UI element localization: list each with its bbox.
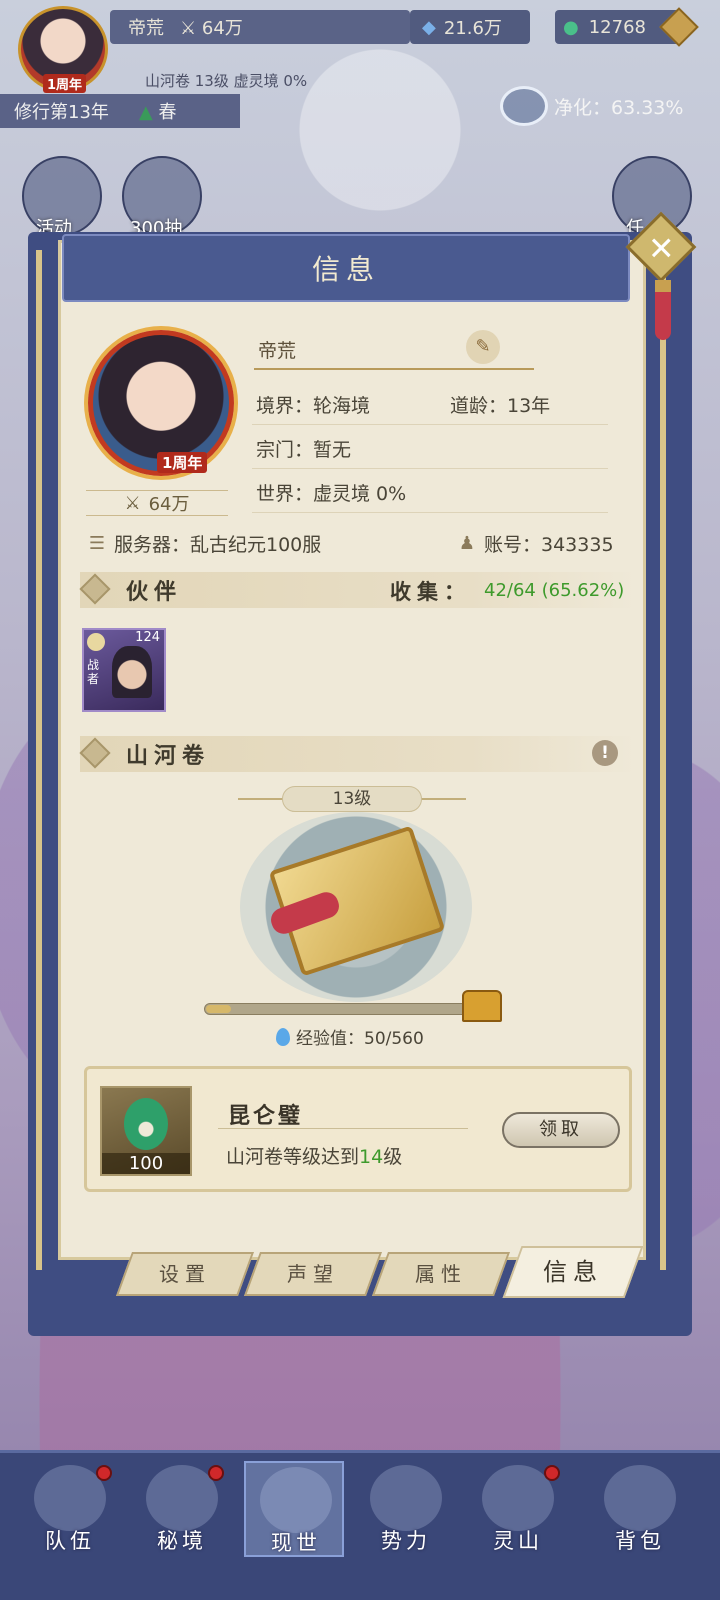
reward-item[interactable]: 100 [100,1086,192,1176]
scroll-title: 山河卷 [126,743,211,769]
notification-dot [208,1465,224,1481]
name-underline [254,368,534,370]
level-line-left [238,798,284,800]
row-divider [252,424,608,425]
exp-value: 经验值：50/560 [276,1024,424,1049]
jade-icon: ● [563,16,579,38]
collect-value: 42/64 (65.62%) [484,580,625,601]
status-subline: 山河卷 13级 虚灵境 0% [145,72,308,90]
level-line-right [420,798,466,800]
mountain-icon [482,1465,554,1531]
profile-name: 帝荒 [258,340,297,362]
tab-attributes[interactable]: 属性 [371,1252,511,1296]
server-row: ☰ 服务器：乱古纪元100服 [86,530,321,557]
season: ▲ 春 [138,102,177,123]
top-hud: 1周年 帝荒 ⚔ 64万 ◆ 21.6万 ● 12768 山河卷 13级 虚灵境… [0,0,720,140]
profile-portrait[interactable]: 1周年 [88,330,234,476]
nav-backpack[interactable]: 背包 [590,1461,690,1557]
tassel-decoration [655,280,671,340]
nav-secret-realm[interactable]: 秘境 [132,1461,232,1557]
exp-progress-bar [204,1003,484,1015]
reward-description: 山河卷等级达到14级 [226,1146,403,1168]
partner-role: 战者 [87,658,100,686]
bottom-nav: 队伍 秘境 现世 势力 灵山 背包 [0,1450,720,1600]
profile-power: ⚔ 64万 [86,490,228,516]
row-divider [252,468,608,469]
partner-level: 124 [135,630,160,645]
partner-portrait [112,646,152,698]
tab-settings[interactable]: 设置 [115,1252,255,1296]
map-scroll-icon [260,1467,332,1533]
nav-present-world[interactable]: 现世 [244,1461,344,1557]
crystal-icon: ◆ [422,16,436,38]
purify-icon [500,86,548,126]
nav-faction[interactable]: 势力 [356,1461,456,1557]
jade-disc-icon [124,1098,168,1150]
notification-dot [96,1465,112,1481]
scroll-level: 13级 [282,786,422,812]
cultivation-year-bar: 修行第13年 ▲ 春 [0,94,240,128]
portrait-anniversary-badge: 1周年 [157,452,208,473]
jade-counter: ● 12768 [555,7,699,47]
account-icon: ♟ [458,532,476,554]
power-icon: ⚔ [124,492,141,514]
add-jade-button[interactable] [659,7,699,47]
treasure-chest-icon[interactable] [462,990,502,1022]
profile-realm: 境界：轮海境 [256,395,371,417]
nav-spirit-mountain[interactable]: 灵山 [468,1461,568,1557]
close-icon: ✕ [647,229,675,268]
info-exclamation-icon[interactable]: ! [592,740,618,766]
row-divider [252,512,608,513]
panel-rail-left [36,250,42,1270]
exp-progress-fill [206,1005,231,1013]
vortex-icon [146,1465,218,1531]
player-name: 帝荒 [128,18,164,39]
power-value: ⚔ 64万 [180,18,243,39]
reward-count: 100 [102,1153,190,1174]
reward-divider [218,1128,468,1129]
profile-world: 世界：虚灵境 0% [256,483,407,505]
player-avatar[interactable]: 1周年 [18,6,108,93]
reward-name: 昆仑璧 [228,1103,304,1129]
account-row: ♟ 账号：343335 [456,530,614,557]
purify-indicator[interactable]: 净化：63.33% [500,84,683,128]
tab-info[interactable]: 信息 [502,1246,644,1298]
collect-label: 收集： [390,579,471,604]
spirit-stone-counter: ◆ 21.6万 [410,10,530,44]
panel-title: 信息 [311,253,380,286]
panel-title-banner: 信息 [62,234,630,302]
notification-dot [544,1465,560,1481]
partner-badge-icon [87,633,105,651]
partners-title: 伙伴 [126,579,183,605]
nav-team[interactable]: 队伍 [20,1461,120,1557]
partner-card[interactable]: 124 战者 [82,628,166,712]
tab-reputation[interactable]: 声望 [243,1252,383,1296]
spirit-drop-icon [276,1027,290,1046]
player-name-bar[interactable]: 帝荒 ⚔ 64万 [110,10,410,44]
bag-icon [604,1465,676,1531]
anniversary-badge: 1周年 [43,74,87,93]
profile-sect: 宗门：暂无 [256,439,352,461]
cultivation-year: 修行第13年 [14,102,109,123]
team-icon [34,1465,106,1531]
panel-rail-right [660,250,666,1270]
palace-icon [370,1465,442,1531]
server-icon: ☰ [88,532,106,554]
rename-brush-icon[interactable]: ✎ [466,330,500,364]
tree-icon: ▲ [138,102,153,123]
power-icon: ⚔ [180,18,197,39]
purify-text: 净化：63.33% [554,96,684,119]
profile-age: 道龄：13年 [450,395,551,417]
claim-button[interactable]: 领取 [502,1112,620,1148]
